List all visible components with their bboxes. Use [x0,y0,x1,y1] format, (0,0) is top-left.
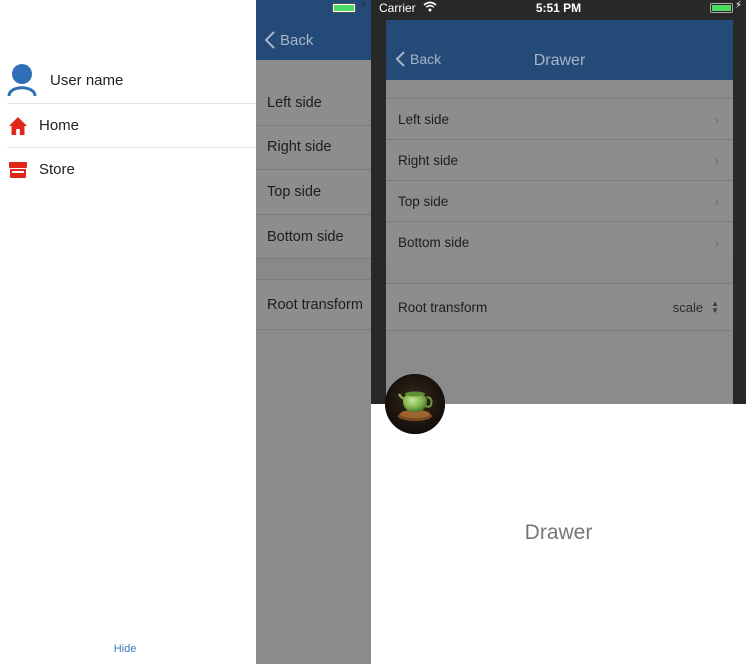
picker-value-label: scale [672,299,704,315]
chevron-right-icon: › [714,111,719,127]
scaled-root-frame: Back Drawer Left side › Right side › Top… [371,20,746,404]
chevron-left-icon [264,31,275,49]
section-gap [256,258,371,280]
nav-bar: Back Drawer [386,20,733,80]
side-menu: User name Home Store Hide [0,0,256,664]
back-label: Back [280,31,314,49]
settings-list: Left side › Right side › Top side › Bott… [386,98,733,263]
list-item-left-side[interactable]: Left side [256,81,371,126]
battery-icon [332,3,356,13]
hide-button[interactable]: Hide [0,643,250,655]
user-name-label: User name [50,71,124,89]
bottom-drawer-label: Drawer [524,521,593,544]
status-bar: Carrier 5:51 PM ⚡ [371,0,746,20]
user-icon [7,63,37,97]
list-item-right-side[interactable]: Right side [256,126,371,170]
list-item-label: Top side [398,193,449,209]
chevron-right-icon: › [714,234,719,251]
list-item-label: Root transform [398,299,488,315]
avatar [385,374,445,434]
list-item-top-side[interactable]: Top side › [386,181,733,222]
store-icon [7,159,29,181]
list-item-bottom-side[interactable]: Bottom side [256,215,371,260]
left-screen: User name Home Store Hide ⚡ Back Left si… [0,0,371,664]
list-item-label: Bottom side [398,235,470,250]
nav-bar: ⚡ Back [256,0,371,60]
list-item-bottom-side[interactable]: Bottom side › [386,222,733,263]
chevron-right-icon: › [714,193,719,209]
status-time: 5:51 PM [535,1,582,15]
chevron-right-icon: › [714,152,719,168]
settings-list: Left side Right side Top side Bottom sid… [256,81,371,259]
back-button[interactable]: Back [264,30,313,50]
list-item-right-side[interactable]: Right side › [386,140,733,181]
charging-icon: ⚡ [360,0,368,11]
dimmed-content[interactable]: ⚡ Back Left side Right side Top side Bot… [256,0,371,664]
menu-item-label: Home [39,117,80,134]
dimmed-content[interactable]: Back Drawer Left side › Right side › Top… [386,20,733,404]
nav-title: Drawer [533,52,586,69]
list-item-left-side[interactable]: Left side › [386,99,733,140]
root-transform-picker[interactable]: Root transform scale ▲ ▼ [386,283,733,331]
app-root: User name Home Store Hide ⚡ Back Left si… [0,0,746,670]
list-item-label: Left side [398,111,450,127]
charging-icon: ⚡ [735,0,743,11]
menu-item-home[interactable]: Home [7,103,256,147]
menu-item-store[interactable]: Store [7,147,256,191]
right-screen: Carrier 5:51 PM ⚡ Back Drawer Left side … [371,0,746,670]
list-item-label: Right side [398,152,459,168]
list-item-root-transform[interactable]: Root transform [256,280,371,330]
picker-value: scale ▲ ▼ [673,300,719,315]
list-item-top-side[interactable]: Top side [256,170,371,215]
home-icon [7,115,29,137]
up-down-arrows-icon: ▲ ▼ [711,299,719,315]
menu-user-row[interactable]: User name [7,58,256,102]
battery-icon [710,3,733,13]
menu-item-label: Store [39,161,75,178]
